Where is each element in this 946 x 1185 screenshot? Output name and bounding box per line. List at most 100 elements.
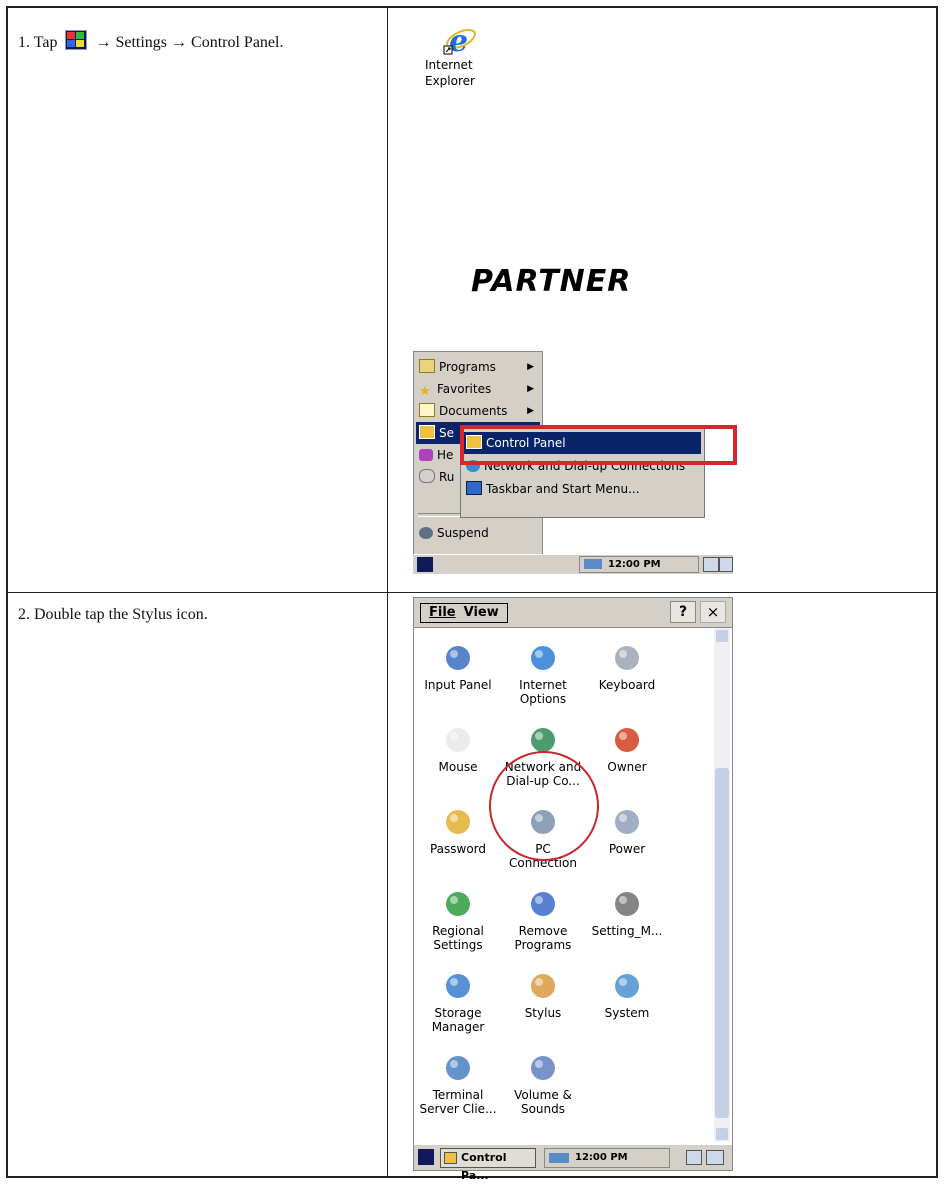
partner-logo: PARTNER [471,264,632,299]
help-button[interactable]: ? [670,601,696,623]
control-panel-item[interactable]: Stylus [498,970,588,1020]
setting-gear-icon [611,888,643,920]
control-panel-item-label: Input Panel [424,678,492,692]
programs-folder-icon [419,359,435,373]
control-panel-item[interactable]: Volume & Sounds [498,1052,588,1116]
volume-sounds-icon [527,1052,559,1084]
owner-icon [611,724,643,756]
control-panel-item-label: Setting_M... [591,924,663,938]
power-icon [611,806,643,838]
submenu-arrow-icon: ▶ [527,406,534,416]
internet-explorer-icon: e [443,22,477,59]
keyboard-icon [611,642,643,674]
step-1-text-before: 1. Tap [18,34,62,51]
run-icon [419,469,435,483]
menu-bar: File View [420,603,508,623]
submenu-arrow-icon: ▶ [527,384,534,394]
control-panel-item-label-line2: Settings [433,938,483,952]
step-1-text-after: → Settings → Control Panel. [91,34,284,51]
system-icon [611,970,643,1002]
password-lock-icon [442,806,474,838]
start-menu-item-documents[interactable]: Documents ▶ [416,400,540,422]
internet-options-icon [527,642,559,674]
start-flag-icon [65,30,88,50]
control-panel-item-label: Stylus [524,1006,562,1020]
storage-manager-icon [442,970,474,1002]
stylus-highlight-circle [489,751,599,861]
desktop-icon-label-1: Internet [425,58,473,72]
scroll-down-icon[interactable] [716,1128,728,1140]
control-panel-item[interactable]: Owner [582,724,672,774]
suspend-icon [419,527,433,539]
control-panel-item[interactable]: Keyboard [582,642,672,692]
control-panel-item-label-line2: Sounds [520,1102,566,1116]
control-panel-item-label: Owner [607,760,647,774]
control-panel-item-label-line2: Manager [431,1020,485,1034]
remove-programs-icon [527,888,559,920]
control-panel-item-label: Password [429,842,487,856]
desktop-tray-icon[interactable] [719,557,733,572]
start-menu-item-programs[interactable]: Programs ▶ [416,356,540,378]
start-menu-item-favorites[interactable]: ★ Favorites ▶ [416,378,540,400]
control-panel-item-label: Keyboard [598,678,656,692]
mouse-icon [442,724,474,756]
start-button-icon[interactable] [417,557,433,572]
control-panel-item-label: Regional [432,924,484,938]
control-panel-item-label: Power [608,842,646,856]
taskbar-control-panel-button[interactable]: Control Pa... [440,1148,536,1182]
control-panel-item-label: Internet [519,678,567,692]
control-panel-item[interactable]: Mouse [413,724,503,774]
close-button[interactable]: × [700,601,726,623]
tray-clock: 12:00 PM [608,559,661,570]
row-divider [8,592,936,593]
start-button-icon[interactable] [418,1149,434,1165]
control-panel-item[interactable]: Storage Manager [413,970,503,1034]
stylus-device-icon [527,970,559,1002]
control-panel-item[interactable]: Terminal Server Clie... [413,1052,503,1116]
taskbar-icon [466,481,482,495]
control-panel-icon [444,1152,457,1164]
command-bar: File View ? × [414,598,732,628]
control-panel-item[interactable]: Regional Settings [413,888,503,952]
control-panel-highlight-box [460,425,737,465]
keyboard-tray-icon[interactable] [686,1150,702,1165]
control-panel-item[interactable]: Setting_M... [582,888,672,938]
control-panel-item-label: System [604,1006,650,1020]
step-1-text: 1. Tap → Settings → Control Panel. [18,30,283,52]
submenu-item-taskbar[interactable]: Taskbar and Start Menu... [463,478,701,500]
scroll-up-icon[interactable] [716,630,728,642]
documents-icon [419,403,435,417]
network-tray-icon [584,559,602,569]
screenshot-control-panel: File View ? × Input Panel Internet Options K… [413,597,733,1182]
favorites-star-icon: ★ [419,384,431,399]
control-panel-item[interactable]: Internet Options [498,642,588,706]
scrollbar-thumb[interactable] [715,768,729,1118]
control-panel-item-label: Mouse [438,760,478,774]
start-menu-item-suspend[interactable]: Suspend [416,522,540,544]
control-panel-item-label: Terminal [432,1088,484,1102]
control-panel-item-label-line2: Server Clie... [419,1102,497,1116]
help-icon [419,449,433,461]
control-panel-item[interactable]: System [582,970,672,1020]
input-panel-icon [442,642,474,674]
vertical-scrollbar[interactable] [714,628,730,1142]
regional-settings-icon [442,888,474,920]
taskbar: 12:00 PM [413,554,733,574]
system-tray: 12:00 PM [544,1148,670,1168]
network-tray-icon [549,1153,569,1163]
control-panel-item-label: Storage [434,1006,482,1020]
system-tray: 12:00 PM [579,556,699,573]
step-2-text: 2. Double tap the Stylus icon. [18,606,208,623]
settings-icon [419,425,435,439]
keyboard-tray-icon[interactable] [703,557,719,572]
screenshot-start-menu: e Internet Explorer PARTNER Programs ▶ ★ F… [413,18,737,574]
menu-file[interactable]: File [429,605,456,620]
control-panel-item[interactable]: Input Panel [413,642,503,692]
menu-view[interactable]: View [464,605,499,620]
desktop-tray-icon[interactable] [706,1150,724,1165]
submenu-arrow-icon: ▶ [527,362,534,372]
control-panel-item[interactable]: Remove Programs [498,888,588,952]
terminal-server-icon [442,1052,474,1084]
desktop-icon-internet-explorer[interactable]: e Internet Explorer [425,22,495,88]
control-panel-item-label-line2: Options [519,692,567,706]
